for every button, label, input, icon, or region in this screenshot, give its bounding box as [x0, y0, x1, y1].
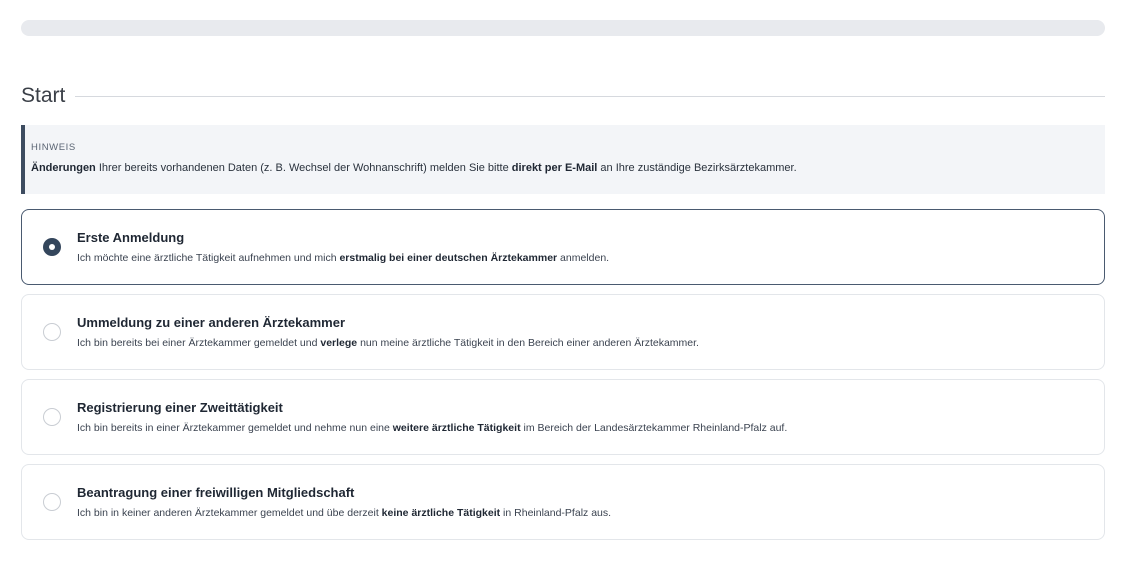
section-divider	[75, 95, 1105, 97]
option-description-part: anmelden.	[557, 252, 610, 264]
progress-bar	[21, 20, 1105, 36]
notice-text-part: direkt per E-Mail	[511, 162, 598, 174]
section-title: Start	[21, 84, 66, 107]
radio-button[interactable]	[43, 408, 61, 426]
option-erste-anmeldung[interactable]: Erste Anmeldung Ich möchte eine ärztlich…	[21, 209, 1105, 285]
section-header: Start	[21, 82, 1105, 110]
radio-button[interactable]	[43, 323, 61, 341]
notice-box: HINWEIS Änderungen Ihrer bereits vorhand…	[21, 125, 1105, 194]
option-title: Erste Anmeldung	[77, 230, 185, 245]
option-description-part: Ich möchte eine ärztliche Tätigkeit aufn…	[77, 252, 340, 264]
notice-text-part: an Ihre zuständige Bezirksärztekammer.	[597, 162, 797, 174]
option-zweittaetigkeit[interactable]: Registrierung einer Zweittätigkeit Ich b…	[21, 379, 1105, 455]
notice-text: Änderungen Ihrer bereits vorhandenen Dat…	[31, 162, 1105, 174]
option-description: Ich bin bereits bei einer Ärztekammer ge…	[77, 337, 699, 349]
option-description-part: keine ärztliche Tätigkeit	[381, 507, 501, 519]
option-title: Registrierung einer Zweittätigkeit	[77, 400, 283, 415]
notice-text-part: Ihrer bereits vorhandenen Daten (z. B. W…	[95, 162, 512, 174]
option-description-part: Ich bin in keiner anderen Ärztekammer ge…	[77, 507, 382, 519]
option-description: Ich möchte eine ärztliche Tätigkeit aufn…	[77, 252, 609, 264]
notice-text-part: Änderungen	[31, 162, 96, 174]
option-description-part: weitere ärztliche Tätigkeit	[392, 422, 521, 434]
radio-button[interactable]	[43, 238, 61, 256]
option-description-part: nun meine ärztliche Tätigkeit in den Ber…	[357, 337, 699, 349]
notice-label: HINWEIS	[31, 142, 76, 153]
option-ummeldung[interactable]: Ummeldung zu einer anderen Ärztekammer I…	[21, 294, 1105, 370]
option-description-part: Ich bin bereits bei einer Ärztekammer ge…	[77, 337, 321, 349]
option-freiwillige-mitgliedschaft[interactable]: Beantragung einer freiwilligen Mitglieds…	[21, 464, 1105, 540]
option-description-part: in Rheinland-Pfalz aus.	[500, 507, 612, 519]
option-description: Ich bin in keiner anderen Ärztekammer ge…	[77, 507, 611, 519]
radio-button[interactable]	[43, 493, 61, 511]
option-title: Ummeldung zu einer anderen Ärztekammer	[77, 315, 346, 330]
option-description-part: im Bereich der Landesärztekammer Rheinla…	[520, 422, 788, 434]
option-description-part: Ich bin bereits in einer Ärztekammer gem…	[77, 422, 393, 434]
option-description: Ich bin bereits in einer Ärztekammer gem…	[77, 422, 787, 434]
option-title: Beantragung einer freiwilligen Mitglieds…	[77, 485, 355, 500]
option-description-part: verlege	[320, 337, 358, 349]
option-description-part: erstmalig bei einer deutschen Ärztekamme…	[339, 252, 558, 264]
